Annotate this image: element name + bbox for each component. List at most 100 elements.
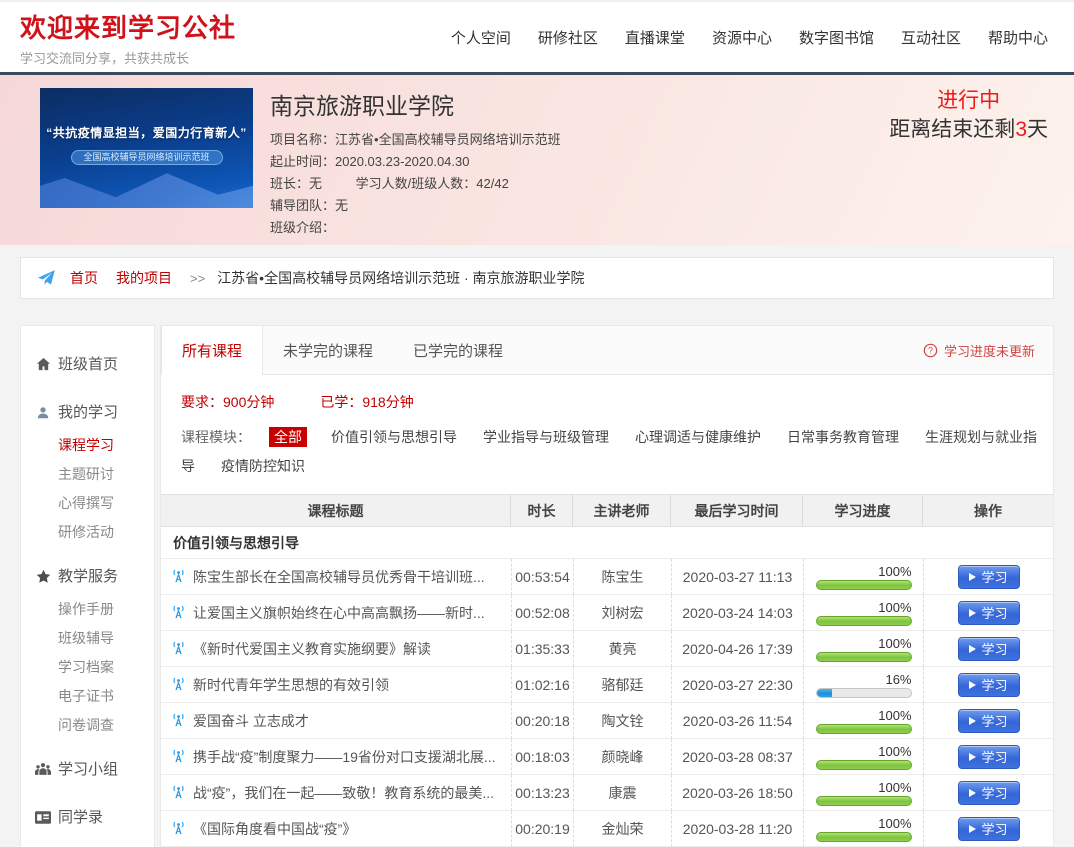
sidebar-subitem-主题研讨[interactable]: 主题研讨 bbox=[21, 467, 154, 481]
course-duration: 00:18:03 bbox=[511, 739, 573, 775]
tab-所有课程[interactable]: 所有课程 bbox=[161, 326, 264, 375]
learn-button[interactable]: 学习 bbox=[957, 708, 1020, 733]
broadcast-icon bbox=[171, 569, 186, 584]
project-name-value: 江苏省•全国高校辅导员网络培训示范班 bbox=[335, 132, 561, 147]
learn-button[interactable]: 学习 bbox=[957, 672, 1020, 697]
course-duration: 00:20:19 bbox=[511, 811, 573, 847]
nav-item[interactable]: 研修社区 bbox=[538, 27, 598, 48]
broadcast-icon bbox=[171, 785, 186, 800]
learn-button[interactable]: 学习 bbox=[957, 636, 1020, 661]
progress-bar bbox=[815, 615, 912, 626]
learn-button[interactable]: 学习 bbox=[957, 816, 1020, 841]
module-filter-item[interactable]: 生涯规划与就业指导 bbox=[181, 429, 1037, 474]
module-filter-item[interactable]: 全部 bbox=[269, 427, 307, 447]
sidebar-item-教学服务[interactable]: 教学服务 bbox=[21, 566, 154, 587]
course-title[interactable]: 陈宝生部长在全国高校辅导员优秀骨干培训班... bbox=[193, 567, 485, 587]
nav-item[interactable]: 互动社区 bbox=[901, 27, 961, 48]
teacher-name: 康震 bbox=[573, 775, 671, 811]
teacher-name: 黄亮 bbox=[573, 631, 671, 667]
learned-minutes: 已学：918分钟 bbox=[320, 394, 414, 410]
course-title[interactable]: 让爱国主义旗帜始终在心中高高飘扬——新时... bbox=[193, 603, 485, 623]
teacher-name: 骆郁廷 bbox=[573, 667, 671, 703]
tab-已学完的课程[interactable]: 已学完的课程 bbox=[393, 326, 523, 374]
nav-item[interactable]: 直播课堂 bbox=[625, 27, 685, 48]
course-title[interactable]: 《新时代爱国主义教育实施纲要》解读 bbox=[193, 639, 431, 659]
module-filter-item[interactable]: 心理调适与健康维护 bbox=[635, 429, 761, 445]
course-title[interactable]: 携手战“疫”制度聚力——19省份对口支援湖北展... bbox=[193, 747, 496, 767]
progress-cell: 100% bbox=[803, 559, 923, 595]
learn-button[interactable]: 学习 bbox=[957, 744, 1020, 769]
course-table: 课程标题 时长 主讲老师 最后学习时间 学习进度 操作 价值引领与思想引导 陈宝生部长在全国… bbox=[161, 494, 1053, 847]
sidebar-subitem-班级辅导[interactable]: 班级辅导 bbox=[21, 631, 154, 645]
contacts-icon bbox=[35, 811, 51, 824]
course-title[interactable]: 《国际角度看中国战“疫”》 bbox=[193, 819, 356, 839]
sidebar-subitem-电子证书[interactable]: 电子证书 bbox=[21, 689, 154, 703]
section-title: 价值引领与思想引导 bbox=[161, 527, 1053, 559]
sidebar-subitem-学习档案[interactable]: 学习档案 bbox=[21, 660, 154, 674]
nav-item[interactable]: 帮助中心 bbox=[988, 27, 1048, 48]
sidebar-item-label: 教学服务 bbox=[58, 568, 119, 585]
tab-未学完的课程[interactable]: 未学完的课程 bbox=[263, 326, 393, 374]
class-banner: “共抗疫情显担当，爱国力行育新人” 全国高校辅导员网络培训示范班 南京旅游职业学… bbox=[0, 75, 1074, 245]
team-line: 辅导团队：无 bbox=[270, 195, 561, 217]
nav-item[interactable]: 资源中心 bbox=[712, 27, 772, 48]
sidebar-subitem-研修活动[interactable]: 研修活动 bbox=[21, 525, 154, 539]
course-duration: 01:35:33 bbox=[511, 631, 573, 667]
progress-cell: 100% bbox=[803, 595, 923, 631]
learn-button-label: 学习 bbox=[981, 642, 1008, 657]
module-filter-item[interactable]: 疫情防控知识 bbox=[221, 458, 305, 474]
course-title[interactable]: 爱国奋斗 立志成才 bbox=[193, 711, 309, 731]
sidebar-subitem-操作手册[interactable]: 操作手册 bbox=[21, 602, 154, 616]
module-filter-item[interactable]: 日常事务教育管理 bbox=[787, 429, 899, 445]
date-range-line: 起止时间：2020.03.23-2020.04.30 bbox=[270, 151, 561, 173]
group-icon bbox=[35, 762, 51, 777]
progress-percent: 100% bbox=[878, 779, 912, 795]
course-title[interactable]: 新时代青年学生思想的有效引领 bbox=[193, 675, 389, 695]
progress-bar bbox=[815, 579, 912, 590]
sidebar-item-班级首页[interactable]: 班级首页 bbox=[21, 354, 154, 375]
class-title: 南京旅游职业学院 bbox=[270, 93, 454, 119]
nav-item[interactable]: 个人空间 bbox=[451, 27, 511, 48]
monitor-value: 无 bbox=[309, 176, 323, 191]
banner-quote: “共抗疫情显担当，爱国力行育新人” bbox=[46, 126, 247, 140]
progress-notice[interactable]: ? 学习进度未更新 bbox=[923, 326, 1053, 374]
tabs-group: 所有课程 未学完的课程 已学完的课程 bbox=[161, 326, 523, 375]
nav-item[interactable]: 数字图书馆 bbox=[799, 27, 874, 48]
teacher-name: 金灿荣 bbox=[573, 811, 671, 847]
learn-button[interactable]: 学习 bbox=[957, 564, 1020, 589]
progress-cell: 100% bbox=[803, 739, 923, 775]
sidebar-item-我的学习[interactable]: 我的学习 bbox=[21, 402, 154, 423]
date-range-label: 起止时间： bbox=[270, 154, 336, 169]
sidebar-item-学习小组[interactable]: 学习小组 bbox=[21, 759, 154, 780]
sidebar-subitem-问卷调查[interactable]: 问卷调查 bbox=[21, 718, 154, 732]
play-icon bbox=[969, 824, 977, 833]
last-study-time: 2020-03-27 11:13 bbox=[671, 559, 803, 595]
action-cell: 学习 bbox=[923, 703, 1053, 739]
sidebar-item-同学录[interactable]: 同学录 bbox=[21, 807, 154, 828]
breadcrumb-my-projects-link[interactable]: 我的项目 bbox=[116, 268, 172, 288]
learn-button[interactable]: 学习 bbox=[957, 780, 1020, 805]
course-row: 爱国奋斗 立志成才 00:20:18 陶文铨 2020-03-26 11:54 100%… bbox=[161, 703, 1053, 739]
course-duration: 00:52:08 bbox=[511, 595, 573, 631]
sidebar-subitem-心得撰写[interactable]: 心得撰写 bbox=[21, 496, 154, 510]
column-header: 课程标题 bbox=[161, 494, 511, 527]
sidebar-subitem-课程学习[interactable]: 课程学习 bbox=[21, 438, 154, 452]
column-header: 学习进度 bbox=[803, 494, 923, 527]
course-title[interactable]: 战“疫”，我们在一起——致敬！教育系统的最美... bbox=[193, 783, 494, 803]
column-header: 时长 bbox=[511, 494, 573, 527]
progress-bar bbox=[815, 687, 912, 698]
course-title-cell: 新时代青年学生思想的有效引领 bbox=[161, 667, 511, 703]
module-filter-item[interactable]: 价值引领与思想引导 bbox=[331, 429, 457, 445]
breadcrumb-home-link[interactable]: 首页 bbox=[70, 268, 98, 288]
course-duration: 01:02:16 bbox=[511, 667, 573, 703]
module-filter-item[interactable]: 学业指导与班级管理 bbox=[483, 429, 609, 445]
learn-button[interactable]: 学习 bbox=[957, 600, 1020, 625]
action-cell: 学习 bbox=[923, 739, 1053, 775]
course-row: 让爱国主义旗帜始终在心中高高飘扬——新时... 00:52:08 刘树宏 2020-0… bbox=[161, 595, 1053, 631]
course-row: 携手战“疫”制度聚力——19省份对口支援湖北展... 00:18:03 颜晓峰 202… bbox=[161, 739, 1053, 775]
svg-text:?: ? bbox=[928, 345, 933, 355]
course-row: 战“疫”，我们在一起——致敬！教育系统的最美... 00:13:23 康震 2020-… bbox=[161, 775, 1053, 811]
class-status: 进行中 距离结束还剩3天 bbox=[889, 87, 1048, 145]
question-circle-icon: ? bbox=[923, 343, 938, 358]
play-icon bbox=[969, 644, 977, 653]
